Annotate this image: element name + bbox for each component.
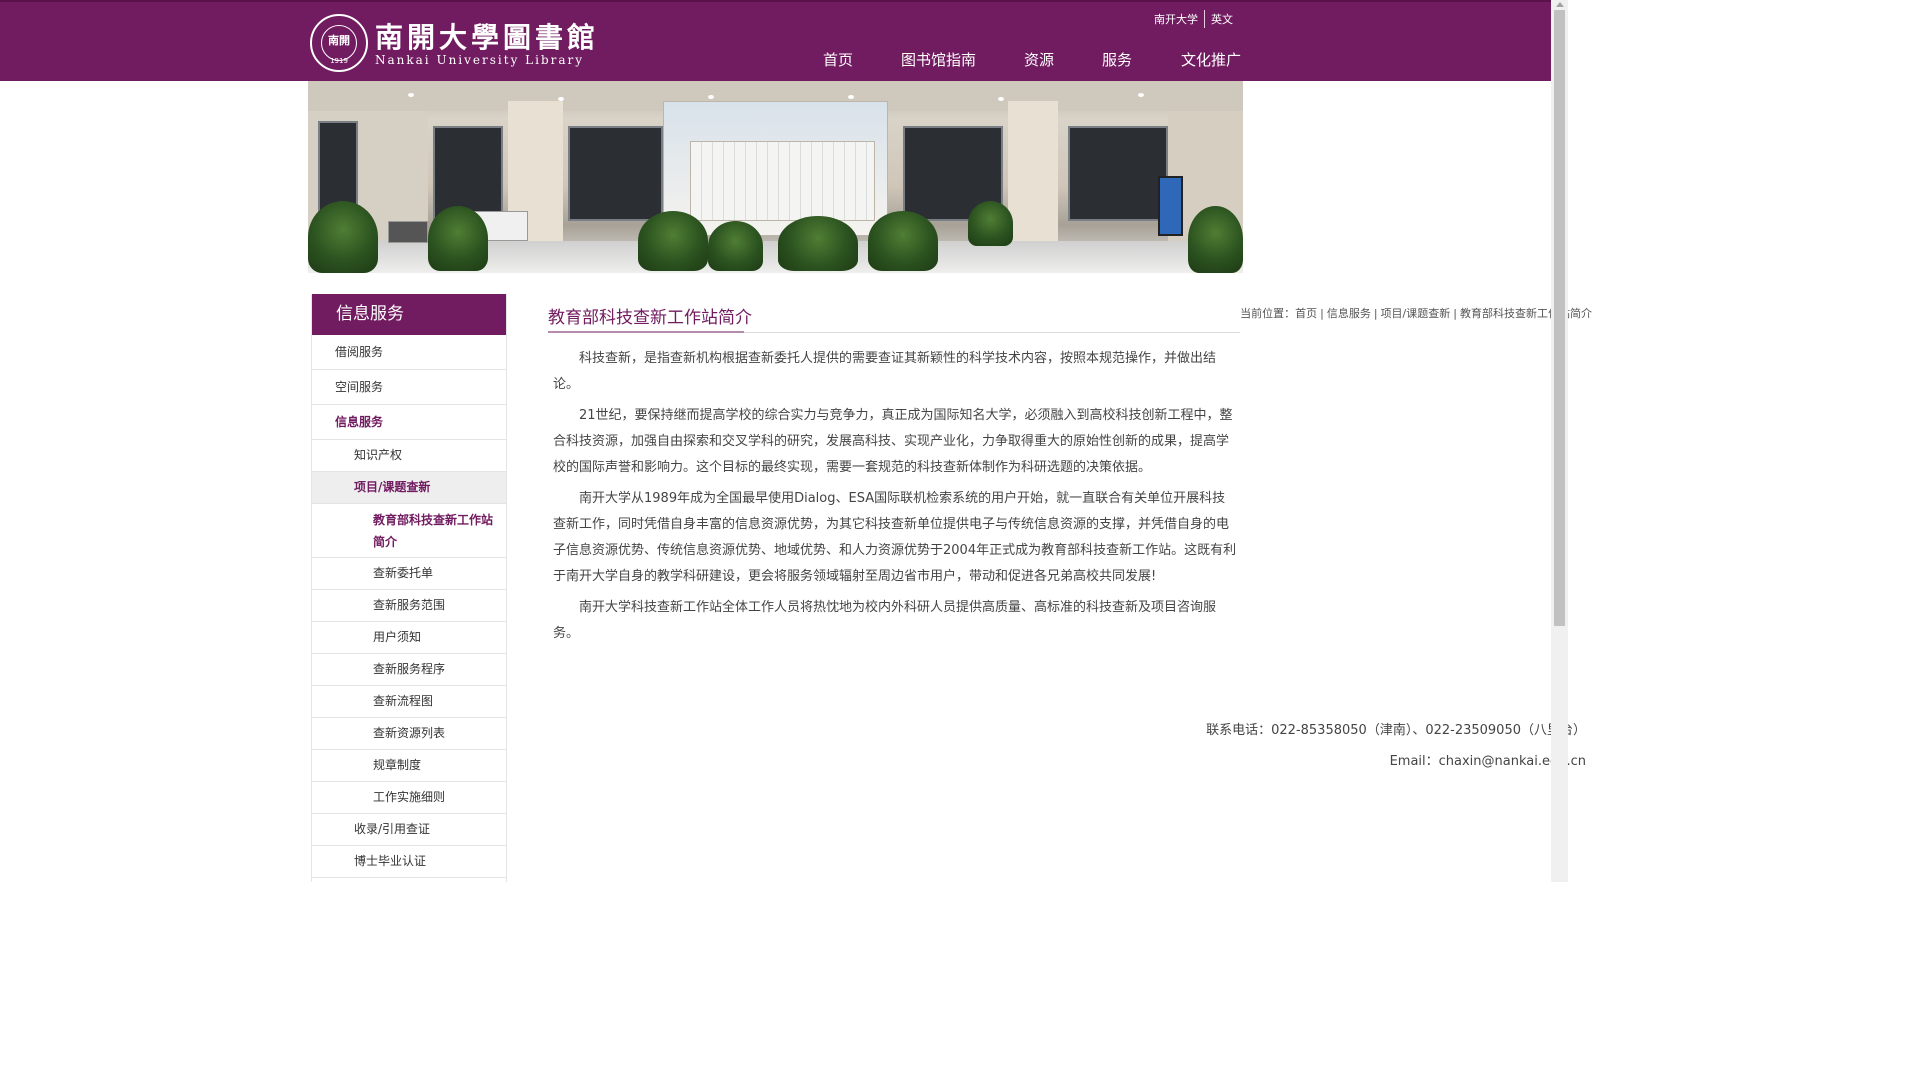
nav-library-guide[interactable]: 图书馆指南: [901, 49, 976, 70]
library-lobby-banner: [308, 81, 1243, 273]
sidebar-item-procedure[interactable]: 查新服务程序: [312, 654, 506, 686]
scroll-up-arrow-icon[interactable]: [1556, 2, 1564, 7]
page-scrollbar[interactable]: [1551, 0, 1568, 882]
article-paragraph: 南开大学科技查新工作站全体工作人员将热忱地为校内外科研人员提供高质量、高标准的科…: [553, 600, 1217, 641]
sidebar-item-request-form[interactable]: 查新委托单: [312, 558, 506, 590]
sidebar-item-borrowing[interactable]: 借阅服务: [312, 335, 506, 370]
sidebar-item-novelty-search[interactable]: 项目/课题查新: [312, 472, 506, 504]
page-title: 教育部科技查新工作站简介: [548, 308, 752, 328]
nav-home[interactable]: 首页: [823, 49, 853, 70]
main-nav: 首页 图书馆指南 资源 服务 文化推广: [0, 49, 1551, 69]
breadcrumb-novelty-search[interactable]: 项目/课题查新: [1381, 307, 1451, 320]
nav-culture[interactable]: 文化推广: [1181, 49, 1241, 70]
sidebar-item-ip[interactable]: 知识产权: [312, 440, 506, 472]
top-links: 南开大学 英文: [1154, 10, 1233, 28]
top-links-divider: [1204, 10, 1205, 28]
title-divider-accent: [548, 331, 744, 333]
sidebar-item-citation-verification[interactable]: 收录/引用查证: [312, 814, 506, 846]
sidebar-item-station-intro[interactable]: 教育部科技查新工作站简介: [312, 504, 506, 558]
breadcrumb-info-services[interactable]: 信息服务: [1327, 307, 1371, 320]
scrollbar-thumb[interactable]: [1554, 10, 1565, 626]
site-header: 南開 1919 南開大學圖書館 Nankai University Librar…: [0, 0, 1551, 81]
sidebar-item-phd-certification[interactable]: 博士毕业认证: [312, 846, 506, 878]
english-link[interactable]: 英文: [1211, 11, 1233, 27]
breadcrumb-separator: |: [1373, 307, 1378, 320]
sidebar-title: 信息服务: [312, 294, 506, 335]
sidebar-item-space[interactable]: 空间服务: [312, 370, 506, 405]
breadcrumb-separator: |: [1453, 307, 1457, 320]
article-paragraph: 科技查新，是指查新机构根据查新委托人提供的需要查证其新颖性的科学技术内容，按照本…: [553, 351, 1217, 392]
sidebar-item-regulations[interactable]: 规章制度: [312, 750, 506, 782]
breadcrumb: 当前位置：首页 | 信息服务 | 项目/课题查新 | 教育部科技查新工作站简介: [1240, 305, 1592, 321]
nankai-university-link[interactable]: 南开大学: [1154, 11, 1198, 27]
breadcrumb-current[interactable]: 教育部科技查新工作站简介: [1460, 307, 1592, 320]
sidebar-item-flowchart[interactable]: 查新流程图: [312, 686, 506, 718]
nav-resources[interactable]: 资源: [1024, 49, 1054, 70]
breadcrumb-prefix: 当前位置：: [1240, 307, 1296, 320]
breadcrumb-home[interactable]: 首页: [1295, 307, 1317, 320]
breadcrumb-separator: |: [1320, 307, 1324, 320]
sidebar-item-implementation-rules[interactable]: 工作实施细则: [312, 782, 506, 814]
article-body: 科技查新，是指查新机构根据查新委托人提供的需要查证其新颖性的科学技术内容，按照本…: [553, 346, 1237, 652]
article-paragraph: 21世纪，要保持继而提高学校的综合实力与竞争力，真正成为国际知名大学，必须融入到…: [553, 408, 1233, 475]
article-paragraph: 南开大学从1989年成为全国最早使用Dialog、ESA国际联机检索系统的用户开…: [553, 491, 1237, 584]
sidebar: 信息服务 借阅服务 空间服务 信息服务 知识产权 项目/课题查新 教育部科技查新…: [311, 294, 507, 882]
sidebar-item-information[interactable]: 信息服务: [312, 405, 506, 440]
sidebar-item-user-notice[interactable]: 用户须知: [312, 622, 506, 654]
sidebar-item-resource-list[interactable]: 查新资源列表: [312, 718, 506, 750]
nav-services[interactable]: 服务: [1102, 49, 1132, 70]
seal-text: 南開: [328, 34, 350, 47]
contact-phone: 联系电话：022-85358050（津南）、022-23509050（八里台）: [1206, 723, 1586, 738]
sidebar-item-service-scope[interactable]: 查新服务范围: [312, 590, 506, 622]
